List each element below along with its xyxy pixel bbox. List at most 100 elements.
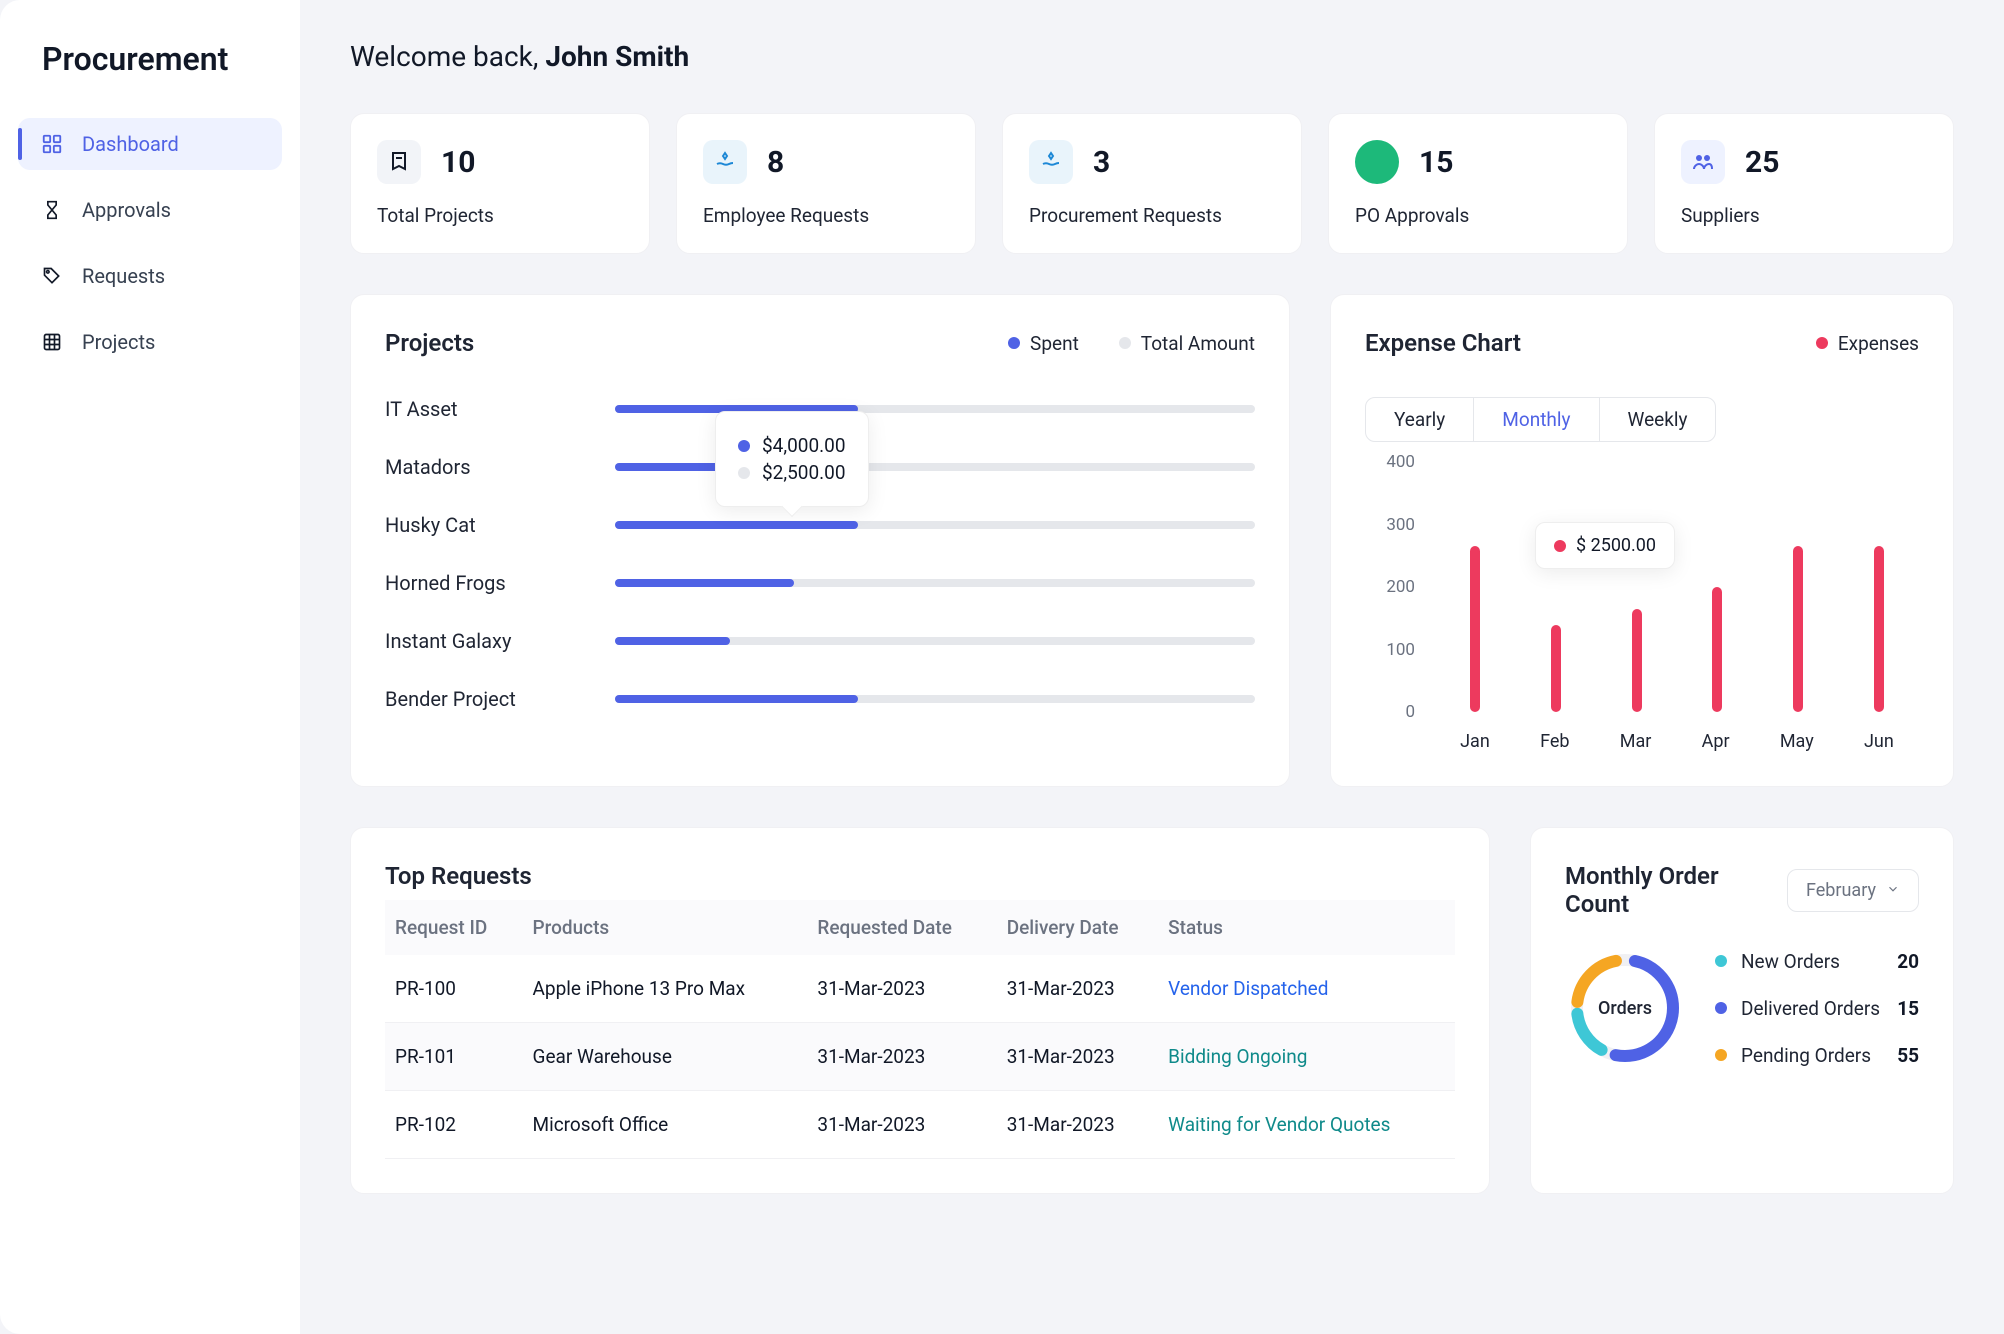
cell-product: Microsoft Office: [523, 1091, 808, 1159]
bar-track: [615, 695, 1255, 703]
stat-label: PO Approvals: [1355, 204, 1601, 227]
stat-icon: [1681, 140, 1725, 184]
y-tick: 300: [1386, 515, 1415, 535]
expense-bar[interactable]: [1874, 546, 1884, 712]
tab-monthly[interactable]: Monthly: [1473, 398, 1598, 441]
status-link[interactable]: Waiting for Vendor Quotes: [1168, 1113, 1390, 1136]
x-label: Jan: [1460, 731, 1490, 752]
legend-total: Total Amount: [1119, 332, 1255, 355]
stat-icon: [703, 140, 747, 184]
status-link[interactable]: Vendor Dispatched: [1168, 977, 1328, 1000]
cell-id: PR-101: [385, 1023, 523, 1091]
stat-icon: [1355, 140, 1399, 184]
stat-card[interactable]: 10Total Projects: [350, 113, 650, 254]
legend-spent: Spent: [1008, 332, 1079, 355]
stat-label: Employee Requests: [703, 204, 949, 227]
stat-value: 25: [1745, 145, 1779, 180]
cell-req-date: 31-Mar-2023: [807, 955, 996, 1023]
cell-req-date: 31-Mar-2023: [807, 1091, 996, 1159]
requests-card: Top Requests Request IDProductsRequested…: [350, 827, 1490, 1194]
requests-title: Top Requests: [385, 862, 1455, 890]
dot-icon: [1816, 337, 1828, 349]
sidebar-item-label: Projects: [82, 330, 155, 354]
sidebar: Procurement Dashboard Approvals Requests: [0, 0, 300, 1334]
expense-bar[interactable]: [1470, 546, 1480, 712]
main: Welcome back, John Smith 10Total Project…: [300, 0, 2004, 1334]
cell-id: PR-102: [385, 1091, 523, 1159]
sidebar-item-projects[interactable]: Projects: [18, 316, 282, 368]
tab-yearly[interactable]: Yearly: [1366, 398, 1473, 441]
order-legend-value: 55: [1897, 1044, 1919, 1067]
column-header[interactable]: Products: [523, 900, 808, 955]
grid-icon: [40, 330, 64, 354]
sidebar-item-label: Dashboard: [82, 132, 179, 156]
tab-weekly[interactable]: Weekly: [1599, 398, 1716, 441]
welcome-prefix: Welcome back,: [350, 40, 545, 73]
bar-fill: [615, 521, 858, 529]
sidebar-item-requests[interactable]: Requests: [18, 250, 282, 302]
hourglass-icon: [40, 198, 64, 222]
table-row[interactable]: PR-101Gear Warehouse31-Mar-202331-Mar-20…: [385, 1023, 1455, 1091]
column-header[interactable]: Delivery Date: [997, 900, 1158, 955]
brand: Procurement: [18, 40, 282, 118]
expense-bar[interactable]: [1712, 587, 1722, 712]
welcome-name: John Smith: [545, 40, 689, 73]
order-legend-row: New Orders20: [1715, 950, 1919, 973]
cell-product: Apple iPhone 13 Pro Max: [523, 955, 808, 1023]
sidebar-item-label: Requests: [82, 264, 165, 288]
stat-label: Total Projects: [377, 204, 623, 227]
column-header[interactable]: Requested Date: [807, 900, 996, 955]
stat-card[interactable]: 8 Employee Requests: [676, 113, 976, 254]
x-label: May: [1780, 731, 1814, 752]
x-label: Mar: [1620, 731, 1652, 752]
project-row: Instant Galaxy: [385, 629, 1255, 653]
expense-bar[interactable]: [1793, 546, 1803, 712]
stat-value: 8: [767, 145, 784, 180]
project-name: Instant Galaxy: [385, 629, 585, 653]
expense-tabs: YearlyMonthlyWeekly: [1365, 397, 1716, 442]
project-name: Matadors: [385, 455, 585, 479]
chevron-down-icon: [1886, 880, 1900, 901]
x-label: Apr: [1702, 731, 1730, 752]
cell-del-date: 31-Mar-2023: [997, 1091, 1158, 1159]
y-tick: 0: [1405, 702, 1415, 722]
projects-list: $4,000.00 $2,500.00 IT AssetMatadorsHusk…: [385, 397, 1255, 711]
expense-tooltip: $ 2500.00: [1535, 522, 1675, 569]
bar-fill: [615, 695, 858, 703]
stat-card[interactable]: 25Suppliers: [1654, 113, 1954, 254]
order-legend-label: Pending Orders: [1741, 1044, 1883, 1067]
column-header[interactable]: Request ID: [385, 900, 523, 955]
x-label: Jun: [1864, 731, 1894, 752]
table-row[interactable]: PR-102Microsoft Office31-Mar-202331-Mar-…: [385, 1091, 1455, 1159]
stat-icon: [1029, 140, 1073, 184]
sidebar-item-approvals[interactable]: Approvals: [18, 184, 282, 236]
dot-icon: [1119, 337, 1131, 349]
month-select[interactable]: February: [1787, 869, 1919, 912]
status-link[interactable]: Bidding Ongoing: [1168, 1045, 1307, 1068]
bar-track: [615, 405, 1255, 413]
sidebar-nav: Dashboard Approvals Requests Projects: [18, 118, 282, 368]
project-row: Bender Project: [385, 687, 1255, 711]
expense-chart: 4003002001000 JanFebMarAprMayJun $ 2500.…: [1365, 462, 1919, 752]
expense-bar[interactable]: [1551, 625, 1561, 713]
table-row[interactable]: PR-100Apple iPhone 13 Pro Max31-Mar-2023…: [385, 955, 1455, 1023]
x-label: Feb: [1540, 731, 1569, 752]
bar-track: [615, 463, 1255, 471]
expense-bar[interactable]: [1632, 609, 1642, 712]
stat-card[interactable]: 15PO Approvals: [1328, 113, 1628, 254]
stats-row: 10Total Projects 8 Employee Requests 3Procu…: [350, 113, 1954, 254]
dot-icon: [738, 440, 750, 452]
dot-icon: [1715, 955, 1727, 967]
order-legend-value: 15: [1897, 997, 1919, 1020]
column-header[interactable]: Status: [1158, 900, 1455, 955]
cell-id: PR-100: [385, 955, 523, 1023]
dot-icon: [1715, 1049, 1727, 1061]
project-name: Horned Frogs: [385, 571, 585, 595]
sidebar-item-dashboard[interactable]: Dashboard: [18, 118, 282, 170]
expense-x-labels: Jan Feb Mar Apr May Jun: [1435, 731, 1919, 752]
projects-tooltip: $4,000.00 $2,500.00: [715, 411, 869, 507]
table-header-row: Request IDProductsRequested DateDelivery…: [385, 900, 1455, 955]
stat-card[interactable]: 3Procurement Requests: [1002, 113, 1302, 254]
project-name: IT Asset: [385, 397, 585, 421]
tag-icon: [40, 264, 64, 288]
